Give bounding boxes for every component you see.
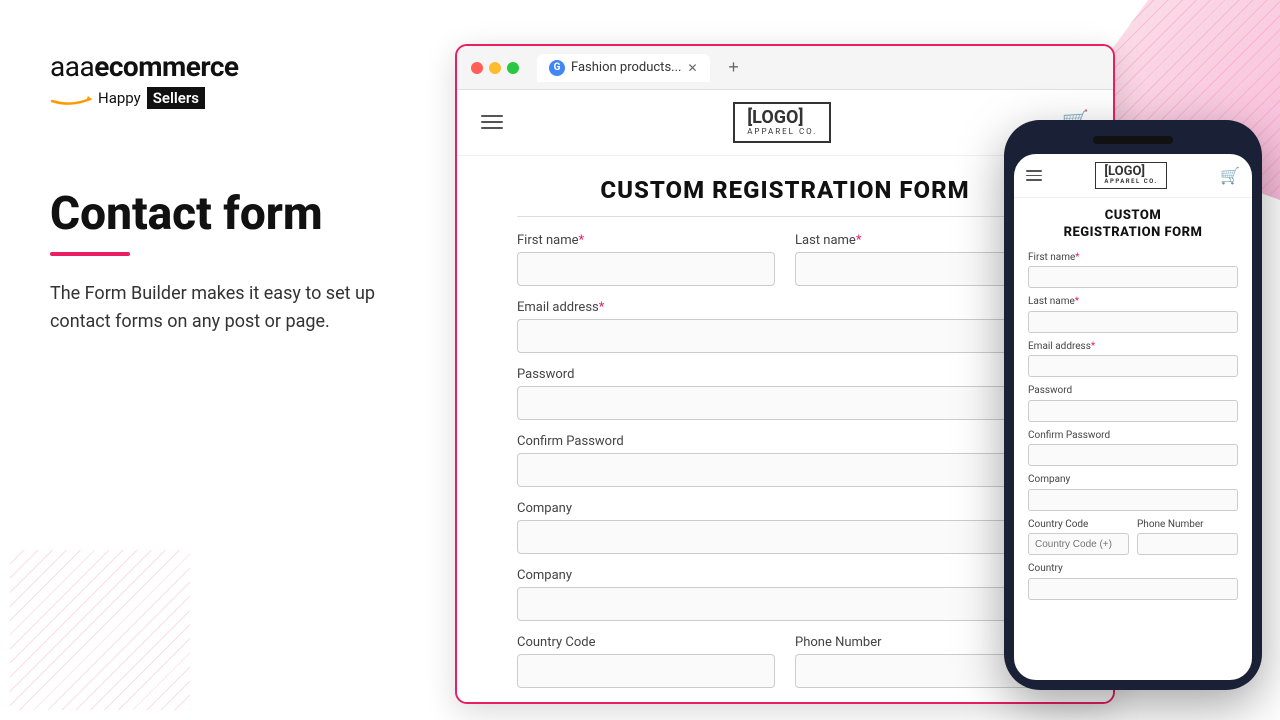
phone-country-code-input[interactable] — [1028, 533, 1129, 555]
phone-company-input[interactable] — [1028, 489, 1238, 511]
phone-email-input[interactable] — [1028, 355, 1238, 377]
phone-confirm-password-group: Confirm Password — [1028, 430, 1238, 467]
phone-logo: [LOGO] APPAREL CO. — [1095, 162, 1166, 189]
phone-confirm-password-label: Confirm Password — [1028, 430, 1238, 441]
phone-screen: [LOGO] APPAREL CO. 🛒 CUSTOMREGISTRATION … — [1014, 154, 1252, 680]
brand-main: ecommerce — [94, 50, 238, 83]
phone-first-name-input[interactable] — [1028, 266, 1238, 288]
phone-row: Country Code Phone Number — [517, 635, 1053, 688]
phone-navbar: [LOGO] APPAREL CO. 🛒 — [1014, 154, 1252, 198]
company-input[interactable] — [517, 520, 1053, 554]
phone-last-name-label: Last name* — [1028, 296, 1238, 307]
phone-country-input[interactable] — [1028, 578, 1238, 600]
phone-company-group: Company — [1028, 474, 1238, 511]
new-tab-button[interactable]: + — [720, 54, 748, 82]
company-label: Company — [517, 501, 1053, 516]
browser-titlebar: G Fashion products... ✕ + — [457, 46, 1113, 90]
email-input[interactable] — [517, 319, 1053, 353]
bg-decoration-bottom-left — [10, 550, 190, 710]
country-code-label: Country Code — [517, 635, 775, 650]
first-name-label: First name* — [517, 233, 775, 248]
close-button[interactable] — [471, 62, 483, 74]
phone-phone-number-group: Phone Number — [1137, 519, 1238, 556]
mobile-phone: [LOGO] APPAREL CO. 🛒 CUSTOMREGISTRATION … — [1004, 120, 1262, 690]
tab-label: Fashion products... — [571, 60, 681, 75]
password-row: Password — [517, 367, 1053, 420]
page-description: The Form Builder makes it easy to set up… — [50, 280, 390, 338]
phone-last-name-input[interactable] — [1028, 311, 1238, 333]
company2-row: Company — [517, 568, 1053, 621]
browser-tab[interactable]: G Fashion products... ✕ — [537, 54, 710, 82]
phone-password-group: Password — [1028, 385, 1238, 422]
page-heading: Contact form — [50, 189, 430, 240]
email-label: Email address* — [517, 300, 1053, 315]
first-name-input[interactable] — [517, 252, 775, 286]
phone-cart-icon[interactable]: 🛒 — [1220, 166, 1240, 185]
phone-email-label: Email address* — [1028, 341, 1238, 352]
minimize-button[interactable] — [489, 62, 501, 74]
first-name-group: First name* — [517, 233, 775, 286]
phone-phone-number-label: Phone Number — [1137, 519, 1238, 530]
phone-password-label: Password — [1028, 385, 1238, 396]
phone-last-name-group: Last name* — [1028, 296, 1238, 333]
password-input[interactable] — [517, 386, 1053, 420]
amazon-smile-icon — [50, 91, 92, 105]
country-code-input[interactable] — [517, 654, 775, 688]
phone-first-name-label: First name* — [1028, 252, 1238, 263]
phone-form-title: CUSTOMREGISTRATION FORM — [1028, 208, 1238, 242]
company2-group: Company — [517, 568, 1053, 621]
phone-phone-number-input[interactable] — [1137, 533, 1238, 555]
password-label: Password — [517, 367, 1053, 382]
confirm-password-label: Confirm Password — [517, 434, 1053, 449]
maximize-button[interactable] — [507, 62, 519, 74]
phone-first-name-group: First name* — [1028, 252, 1238, 289]
brand-logo: aaaecommerce Happy Sellers — [50, 50, 430, 109]
tab-close-icon[interactable]: ✕ — [687, 61, 697, 75]
email-group: Email address* — [517, 300, 1053, 353]
tagline-happy: Happy — [98, 89, 141, 107]
phone-notch — [1093, 136, 1173, 144]
country-code-group: Country Code — [517, 635, 775, 688]
name-row: First name* Last name* — [517, 233, 1053, 286]
confirm-password-input[interactable] — [517, 453, 1053, 487]
phone-phone-row: Country Code Phone Number — [1028, 519, 1238, 564]
left-section: aaaecommerce Happy Sellers Contact form … — [50, 50, 430, 337]
company-row: Company — [517, 501, 1053, 554]
email-row: Email address* — [517, 300, 1053, 353]
brand-tagline: Happy Sellers — [50, 87, 430, 109]
confirm-password-group: Confirm Password — [517, 434, 1053, 487]
company-group: Company — [517, 501, 1053, 554]
company2-input[interactable] — [517, 587, 1053, 621]
company2-label: Company — [517, 568, 1053, 583]
phone-confirm-password-input[interactable] — [1028, 444, 1238, 466]
brand-prefix: aaa — [50, 50, 94, 83]
phone-country-code-label: Country Code — [1028, 519, 1129, 530]
hamburger-menu-icon[interactable] — [481, 115, 503, 129]
phone-country-group: Country — [1028, 563, 1238, 600]
phone-company-label: Company — [1028, 474, 1238, 485]
phone-country-code-group: Country Code — [1028, 519, 1129, 556]
browser-window-controls — [471, 62, 519, 74]
phone-country-label: Country — [1028, 563, 1238, 574]
phone-hamburger-icon[interactable] — [1026, 170, 1042, 181]
confirm-password-row: Confirm Password — [517, 434, 1053, 487]
site-logo: [LOGO] APPAREL CO. — [733, 102, 831, 143]
form-title: CUSTOM REGISTRATION FORM — [517, 176, 1053, 217]
password-group: Password — [517, 367, 1053, 420]
google-icon: G — [549, 60, 565, 76]
phone-password-input[interactable] — [1028, 400, 1238, 422]
phone-form: CUSTOMREGISTRATION FORM First name* Last… — [1014, 198, 1252, 680]
heading-underline — [50, 252, 130, 256]
phone-email-group: Email address* — [1028, 341, 1238, 378]
tagline-sellers: Sellers — [147, 87, 205, 109]
